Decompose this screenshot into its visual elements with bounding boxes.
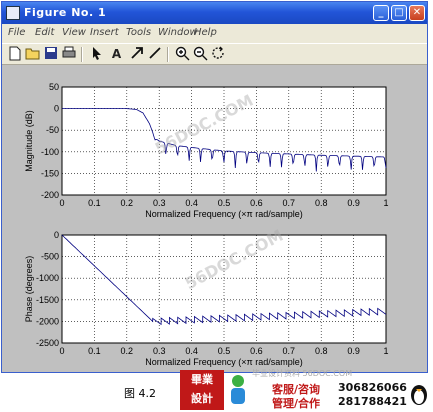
- zoom-out-icon[interactable]: [192, 46, 209, 62]
- menu-view[interactable]: View: [62, 27, 86, 38]
- penguin-icon: [409, 380, 429, 406]
- ad-logo: 畢業 設計: [180, 370, 224, 410]
- magnitude-ytick-label: -100: [41, 147, 59, 157]
- menu-window[interactable]: Window: [158, 27, 198, 38]
- phase-xtick-label: 0.8: [315, 346, 328, 356]
- magnitude-ytick-label: -150: [41, 168, 59, 178]
- ad-banner: 畢業 設計 毕业设计资料 56DOC.COM 客服/咨询 管理/合作 30682…: [180, 368, 433, 412]
- text-A-icon[interactable]: A: [108, 46, 125, 62]
- phase-ytick-label: -2500: [36, 338, 59, 348]
- ad-line2-label: 管理/合作: [272, 397, 321, 410]
- phase-ytick-label: 0: [54, 230, 59, 240]
- toolbar-separator: [167, 47, 169, 62]
- phase-ylabel: Phase (degrees): [24, 256, 34, 323]
- ad-line2-number: 281788421: [338, 395, 407, 408]
- magnitude-xtick-label: 0.6: [250, 198, 263, 208]
- ad-logo-top: 畢業: [191, 373, 213, 386]
- magnitude-ytick-label: 0: [54, 104, 59, 114]
- menu-tools[interactable]: Tools: [126, 27, 151, 38]
- zoom-in-icon[interactable]: [174, 46, 191, 62]
- magnitude-xtick-label: 0.1: [88, 198, 101, 208]
- phase-xtick-label: 0.2: [121, 346, 134, 356]
- title-bar[interactable]: Figure No. 1 _ □ ✕: [2, 2, 427, 24]
- rotate-icon[interactable]: [210, 46, 227, 62]
- magnitude-xtick-label: 0: [59, 198, 64, 208]
- magnitude-xtick-label: 0.7: [283, 198, 296, 208]
- menu-bar: File Edit View Insert Tools Window Help: [2, 24, 427, 43]
- pointer-arrow-icon[interactable]: [88, 46, 105, 62]
- magnitude-ylabel: Magnitude (dB): [24, 110, 34, 172]
- new-file-icon[interactable]: [6, 46, 23, 62]
- toolbar-separator: [81, 47, 83, 62]
- ad-line1-number: 306826066: [338, 381, 407, 394]
- figure-window: Figure No. 1 _ □ ✕ File Edit View Insert…: [1, 1, 428, 373]
- phase-xtick-label: 0.5: [218, 346, 231, 356]
- menu-insert[interactable]: Insert: [90, 27, 119, 38]
- ad-logo-bottom: 設計: [191, 392, 213, 405]
- minimize-button[interactable]: _: [373, 5, 389, 21]
- print-icon[interactable]: [60, 46, 77, 62]
- phase-xtick-label: 0.3: [153, 346, 166, 356]
- magnitude-ytick-label: -50: [46, 125, 59, 135]
- arrow-tool-icon[interactable]: [128, 46, 145, 62]
- magnitude-xtick-label: 0.4: [185, 198, 198, 208]
- menu-file[interactable]: File: [8, 27, 25, 38]
- window-title: Figure No. 1: [24, 6, 107, 19]
- line-tool-icon[interactable]: [146, 46, 163, 62]
- open-folder-icon[interactable]: [24, 46, 41, 62]
- phase-xtick-label: 0.7: [283, 346, 296, 356]
- magnitude-xtick-label: 0.5: [218, 198, 231, 208]
- ad-site: 毕业设计资料 56DOC.COM: [252, 369, 353, 378]
- phase-xtick-label: 0.9: [347, 346, 360, 356]
- phase-xtick-label: 0: [59, 346, 64, 356]
- phase-ytick-label: -1000: [36, 273, 59, 283]
- magnitude-ytick-label: 50: [49, 82, 59, 92]
- figure-icon: [6, 6, 20, 20]
- magnitude-xtick-label: 0.8: [315, 198, 328, 208]
- magnitude-xtick-label: 0.3: [153, 198, 166, 208]
- menu-edit[interactable]: Edit: [35, 27, 54, 38]
- magnitude-ytick-label: -200: [41, 190, 59, 200]
- magnitude-xtick-label: 0.9: [347, 198, 360, 208]
- magnitude-xtick-label: 1: [383, 198, 388, 208]
- phase-ytick-label: -500: [41, 252, 59, 262]
- save-icon[interactable]: [42, 46, 59, 62]
- magnitude-xtick-label: 0.2: [121, 198, 134, 208]
- maximize-button[interactable]: □: [391, 5, 407, 21]
- close-button[interactable]: ✕: [409, 5, 425, 21]
- phase-xtick-label: 0.1: [88, 346, 101, 356]
- phase-ytick-label: -2000: [36, 316, 59, 326]
- figure-caption: 图 4.2: [124, 387, 156, 400]
- ad-person-icon: [228, 374, 248, 406]
- menu-help[interactable]: Help: [194, 27, 217, 38]
- toolbar: A: [2, 43, 427, 65]
- phase-xtick-label: 0.6: [250, 346, 263, 356]
- magnitude-xlabel: Normalized Frequency (×π rad/sample): [145, 209, 303, 219]
- phase-xlabel: Normalized Frequency (×π rad/sample): [145, 357, 303, 367]
- phase-xtick-label: 0.4: [185, 346, 198, 356]
- phase-ytick-label: -1500: [36, 295, 59, 305]
- phase-xtick-label: 1: [383, 346, 388, 356]
